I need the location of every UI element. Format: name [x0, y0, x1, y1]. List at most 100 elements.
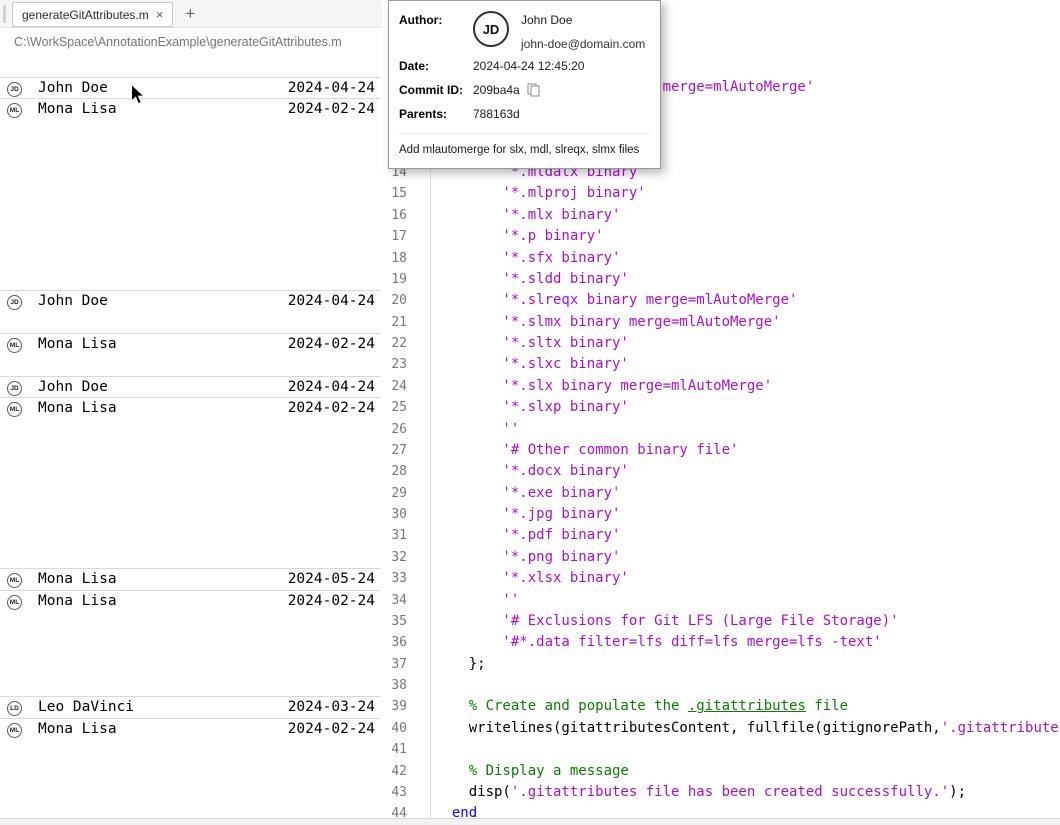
code-text: '*.p binary' — [435, 226, 604, 247]
line-number: 23 — [380, 354, 407, 376]
tooltip-date-row: Date: 2024-04-24 12:45:20 — [399, 59, 650, 73]
line-number: 17 — [380, 226, 407, 248]
code-line[interactable]: 31 '*.pdf binary' — [380, 525, 1060, 547]
blame-group[interactable]: JDJohn Doe2024-04-24 — [0, 77, 380, 98]
author-name: Leo DaVinci — [38, 699, 134, 715]
line-number: 29 — [380, 483, 407, 505]
code-text: '*.jpg binary' — [435, 504, 620, 525]
commit-date: 2024-04-24 — [288, 80, 375, 96]
annotation-panel: JDJohn Doe2024-04-24MLMona Lisa2024-02-2… — [0, 0, 380, 825]
code-text: '# Exclusions for Git LFS (Large File St… — [435, 611, 899, 632]
code-line[interactable]: 28 '*.docx binary' — [380, 461, 1060, 483]
mouse-cursor-icon — [130, 84, 147, 106]
author-avatar: ML — [7, 103, 22, 118]
code-text: }; — [435, 654, 486, 675]
editor-header: generateGitAttributes.m × + C:\WorkSpace… — [0, 0, 382, 55]
parent-commit: 788163d — [473, 107, 520, 121]
new-tab-button[interactable]: + — [185, 4, 195, 24]
tab-generate-git-attributes[interactable]: generateGitAttributes.m × — [12, 2, 173, 27]
code-line[interactable]: 25 '*.slxp binary' — [380, 397, 1060, 419]
author-avatar: JD — [7, 295, 22, 310]
line-number: 24 — [380, 376, 407, 398]
copy-icon[interactable] — [527, 83, 540, 97]
code-text: '*.pdf binary' — [435, 525, 620, 546]
blame-group[interactable]: LDLeo DaVinci2024-03-24 — [0, 696, 380, 717]
line-number: 37 — [380, 654, 407, 676]
commit-date: 2024-05-24 — [288, 571, 375, 587]
code-line[interactable]: 43 disp('.gitattributes file has been cr… — [380, 782, 1060, 804]
line-number: 40 — [380, 718, 407, 740]
code-line[interactable]: 24 '*.slx binary merge=mlAutoMerge' — [380, 376, 1060, 398]
tab-close-icon[interactable]: × — [156, 8, 164, 21]
code-line[interactable]: 18 '*.sfx binary' — [380, 248, 1060, 270]
code-line[interactable]: 41 — [380, 739, 1060, 761]
commit-id-label: Commit ID: — [399, 83, 473, 97]
code-line[interactable]: 23 '*.slxc binary' — [380, 354, 1060, 376]
tab-label: generateGitAttributes.m — [22, 8, 149, 22]
code-line[interactable]: 42 % Display a message — [380, 761, 1060, 783]
code-text: '*.exe binary' — [435, 483, 620, 504]
code-line[interactable]: 33 '*.xlsx binary' — [380, 568, 1060, 590]
code-text: '*.png binary' — [435, 547, 620, 568]
code-line[interactable]: 17 '*.p binary' — [380, 226, 1060, 248]
author-avatar: ML — [7, 402, 22, 417]
author-name: John Doe — [38, 293, 108, 309]
code-line[interactable]: 30 '*.jpg binary' — [380, 504, 1060, 526]
code-line[interactable]: 26 '' — [380, 419, 1060, 441]
line-number: 25 — [380, 397, 407, 419]
line-number: 16 — [380, 205, 407, 227]
code-line[interactable]: 39 % Create and populate the .gitattribu… — [380, 696, 1060, 718]
line-number: 27 — [380, 440, 407, 462]
line-number: 39 — [380, 696, 407, 718]
author-avatar: ML — [7, 723, 22, 738]
code-line[interactable]: 15 '*.mlproj binary' — [380, 183, 1060, 205]
code-text: '*.slx binary merge=mlAutoMerge' — [435, 376, 772, 397]
code-text: '*.docx binary' — [435, 461, 629, 482]
blame-group[interactable]: MLMona Lisa2024-02-24 — [0, 590, 380, 697]
code-line[interactable]: 27 '# Other common binary file' — [380, 440, 1060, 462]
code-line[interactable]: 22 '*.sltx binary' — [380, 333, 1060, 355]
code-text: % Display a message — [435, 761, 629, 782]
code-line[interactable]: 32 '*.png binary' — [380, 547, 1060, 569]
code-line[interactable]: 36 '#*.data filter=lfs diff=lfs merge=lf… — [380, 632, 1060, 654]
blame-group[interactable]: MLMona Lisa2024-02-24 — [0, 718, 380, 825]
code-line[interactable]: 37 }; — [380, 654, 1060, 676]
tooltip-author-row: Author: JD John Doe john-doe@domain.com — [399, 13, 650, 51]
code-text: '*.mlproj binary' — [435, 183, 646, 204]
author-name: Mona Lisa — [38, 336, 117, 352]
line-number: 26 — [380, 419, 407, 441]
code-line[interactable]: 16 '*.mlx binary' — [380, 205, 1060, 227]
tooltip-separator — [399, 133, 650, 134]
matlab-annotate-window: 10 '*.mdl binary diff merge=mlAutoMerge'… — [0, 0, 1060, 825]
code-line[interactable]: 38 — [380, 675, 1060, 697]
blame-group[interactable]: MLMona Lisa2024-05-24 — [0, 568, 380, 589]
line-number: 43 — [380, 782, 407, 804]
code-line[interactable]: 40 writelines(gitattributesContent, full… — [380, 718, 1060, 740]
blame-group[interactable]: MLMona Lisa2024-02-24 — [0, 333, 380, 376]
blame-group[interactable]: JDJohn Doe2024-04-24 — [0, 376, 380, 397]
horizontal-scrollbar[interactable] — [0, 818, 1060, 825]
blame-group[interactable]: JDJohn Doe2024-04-24 — [0, 290, 380, 333]
code-line[interactable]: 34 '' — [380, 590, 1060, 612]
commit-date: 2024-02-24 — [288, 400, 375, 416]
line-number: 35 — [380, 611, 407, 633]
parents-label: Parents: — [399, 107, 473, 121]
commit-date: 2024-03-24 — [288, 699, 375, 715]
code-line[interactable]: 21 '*.slmx binary merge=mlAutoMerge' — [380, 312, 1060, 334]
code-text: '*.sldd binary' — [435, 269, 629, 290]
line-number: 41 — [380, 739, 407, 761]
author-name: John Doe — [521, 13, 645, 27]
line-number: 20 — [380, 290, 407, 312]
blame-group[interactable]: MLMona Lisa2024-02-24 — [0, 397, 380, 568]
author-name: Mona Lisa — [38, 101, 117, 117]
code-line[interactable]: 35 '# Exclusions for Git LFS (Large File… — [380, 611, 1060, 633]
code-line[interactable]: 29 '*.exe binary' — [380, 483, 1060, 505]
tooltip-parents-row: Parents: 788163d — [399, 107, 650, 121]
code-line[interactable]: 19 '*.sldd binary' — [380, 269, 1060, 291]
author-avatar: ML — [7, 573, 22, 588]
blame-group[interactable]: MLMona Lisa2024-02-24 — [0, 98, 380, 290]
code-line[interactable]: 20 '*.slreqx binary merge=mlAutoMerge' — [380, 290, 1060, 312]
code-text: '*.sltx binary' — [435, 333, 629, 354]
author-avatar: ML — [7, 338, 22, 353]
author-avatar: JD — [7, 82, 22, 97]
